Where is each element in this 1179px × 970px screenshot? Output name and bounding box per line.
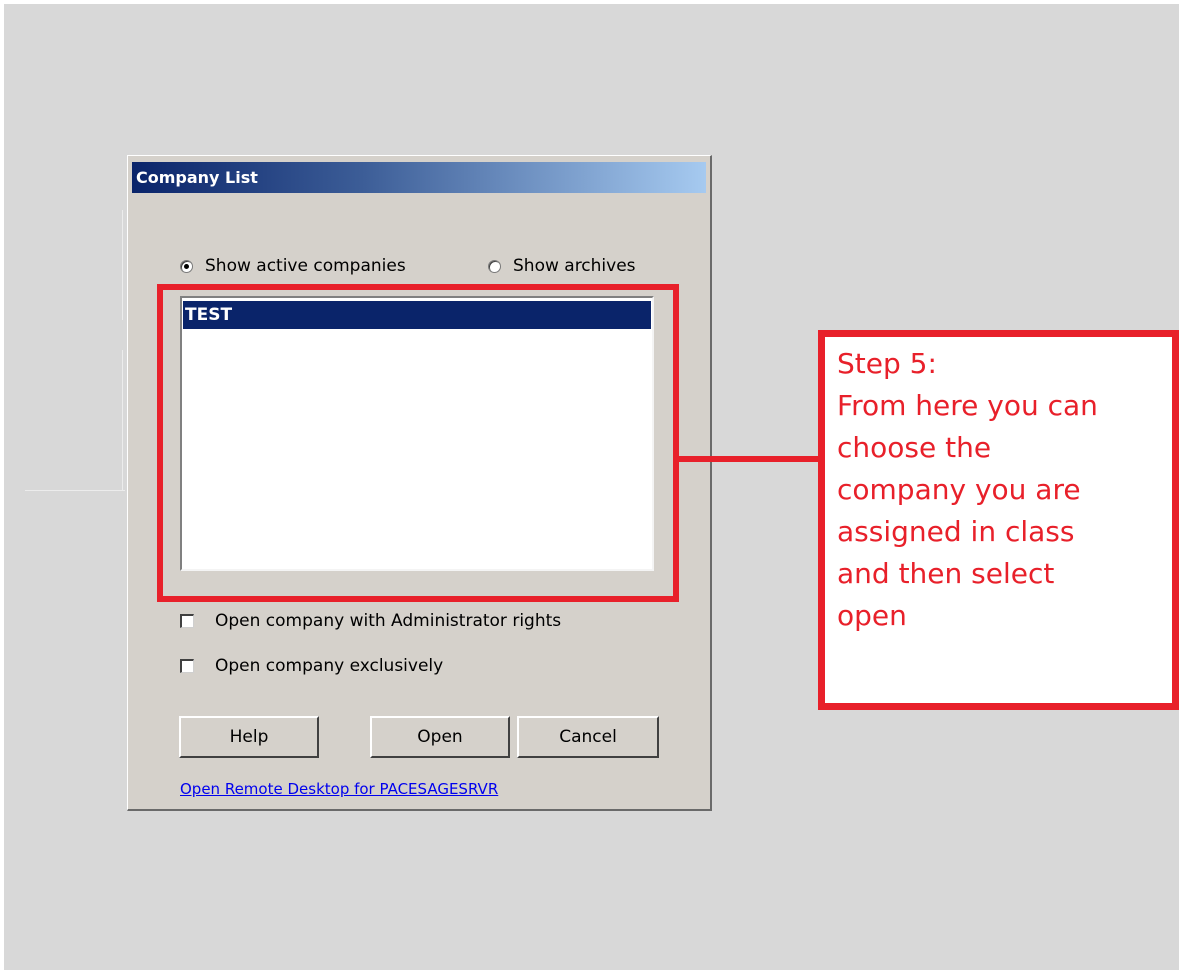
checkbox-unchecked[interactable] xyxy=(180,614,194,628)
radio-show-active[interactable]: Show active companies xyxy=(180,256,406,276)
radio-button-checked[interactable] xyxy=(180,259,193,273)
help-button[interactable]: Help xyxy=(179,716,319,758)
background-line xyxy=(122,350,123,490)
radio-show-archives[interactable]: Show archives xyxy=(488,256,636,276)
checkbox-admin-label: Open company with Administrator rights xyxy=(215,611,562,631)
annotation-connector-line xyxy=(678,456,822,462)
annotation-highlight-box xyxy=(157,284,679,602)
callout-line: and then select xyxy=(837,557,1055,590)
radio-button-unchecked[interactable] xyxy=(488,259,501,273)
background-line xyxy=(122,210,123,320)
annotation-callout: Step 5: From here you can choose the com… xyxy=(818,330,1179,710)
callout-line: choose the xyxy=(837,431,992,464)
callout-line: Step 5: xyxy=(837,347,937,380)
dialog-titlebar[interactable]: Company List xyxy=(132,162,706,193)
cancel-button[interactable]: Cancel xyxy=(517,716,659,758)
radio-show-active-label: Show active companies xyxy=(205,256,406,276)
callout-line: From here you can xyxy=(837,389,1098,422)
radio-show-archives-label: Show archives xyxy=(513,256,636,276)
remote-desktop-link[interactable]: Open Remote Desktop for PACESAGESRVR xyxy=(180,780,498,798)
checkbox-admin-rights[interactable]: Open company with Administrator rights xyxy=(180,611,561,631)
callout-line: company you are xyxy=(837,473,1081,506)
checkbox-unchecked[interactable] xyxy=(180,659,194,673)
background-line xyxy=(25,490,125,491)
open-button[interactable]: Open xyxy=(370,716,510,758)
callout-line: assigned in class xyxy=(837,515,1075,548)
checkbox-exclusive-label: Open company exclusively xyxy=(215,656,444,676)
checkbox-exclusive[interactable]: Open company exclusively xyxy=(180,656,443,676)
callout-line: open xyxy=(837,599,907,632)
